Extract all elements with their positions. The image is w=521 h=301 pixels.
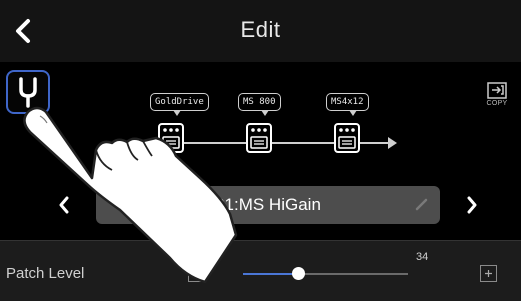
copy-label: COPY: [486, 100, 508, 107]
chevron-left-icon: [59, 196, 69, 214]
chevron-right-icon: [467, 196, 477, 214]
effect-label: GoldDrive: [150, 93, 209, 116]
header-bar: Edit: [0, 0, 521, 63]
previous-patch-button[interactable]: [52, 190, 76, 220]
next-patch-button[interactable]: [460, 190, 484, 220]
effect-slot-1[interactable]: GoldDrive: [150, 93, 212, 155]
effect-slot-2[interactable]: MS 800: [238, 93, 300, 155]
effect-slot-3[interactable]: MS4x12: [326, 93, 388, 155]
patch-name-bar[interactable]: 01:MS HiGain: [96, 186, 440, 224]
tuner-button[interactable]: [6, 70, 50, 114]
patch-level-slider[interactable]: [243, 267, 408, 280]
patch-level-value: 34: [416, 251, 429, 263]
pedal-icon: [158, 123, 184, 153]
chain-arrow-icon: [388, 137, 397, 149]
plus-icon: [485, 270, 492, 277]
effect-label: MS 800: [238, 93, 281, 116]
pencil-icon[interactable]: [414, 196, 430, 212]
slider-thumb[interactable]: [292, 267, 306, 280]
tuning-fork-icon: [19, 77, 37, 108]
minus-icon: [193, 272, 200, 275]
patch-level-label: Patch Level: [6, 265, 85, 282]
effect-label: MS4x12: [326, 93, 369, 116]
pedal-icon: [334, 123, 360, 153]
page-title: Edit: [240, 17, 281, 42]
patch-name: 01:MS HiGain: [215, 195, 321, 214]
patch-level-bar: Patch Level 34: [0, 240, 521, 301]
copy-icon: [487, 82, 507, 99]
copy-button[interactable]: COPY: [482, 82, 512, 112]
decrease-level-button[interactable]: [188, 265, 205, 282]
increase-level-button[interactable]: [480, 265, 497, 282]
pedal-icon: [246, 123, 272, 153]
slider-fill: [243, 273, 300, 275]
